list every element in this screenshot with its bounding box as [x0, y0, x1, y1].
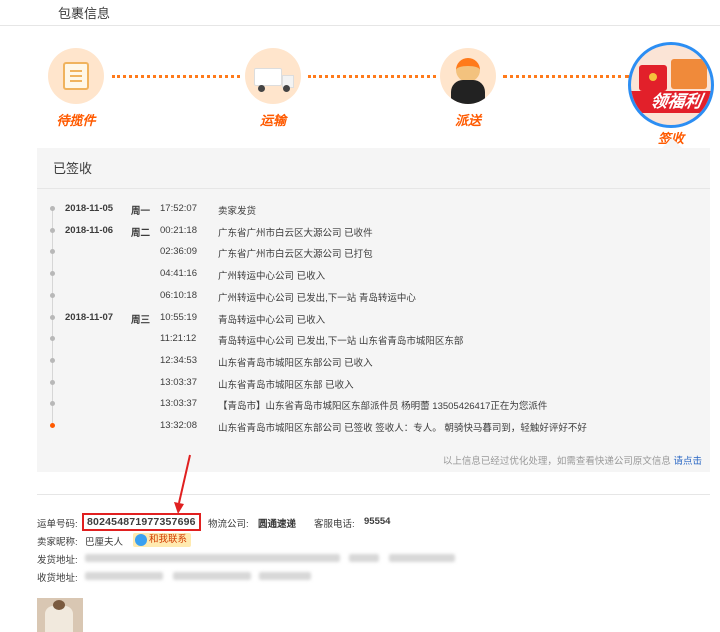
annotation-arrow: [174, 454, 191, 514]
